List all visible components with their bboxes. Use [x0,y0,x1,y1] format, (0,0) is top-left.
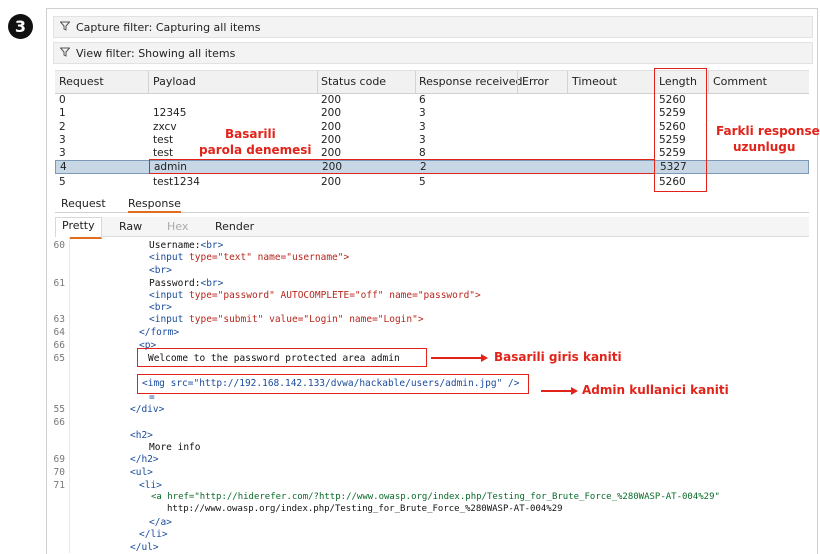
tab-request[interactable]: Request [61,197,106,210]
code-line: http://www.owasp.org/index.php/Testing_f… [167,504,563,514]
request-cell: 3 [59,147,66,159]
filter-icon [59,47,71,60]
code-line: <li> [139,480,162,491]
request-cell: 2 [59,121,66,133]
capture-filter-label: Capture filter: Capturing all items [76,20,261,34]
line-number: 71 [53,480,65,491]
column-header-response-received[interactable]: Response received [419,75,523,88]
line-number: 55 [53,404,65,415]
code-line: Username:<br> [149,240,224,251]
request-cell: 1 [59,107,66,119]
line-number: 70 [53,467,65,478]
line-number: 66 [53,340,65,351]
successful-attempt-highlight [149,159,655,174]
code-line: </h2> [130,454,159,465]
payload-cell: test [153,134,174,146]
received-cell: 5 [419,176,426,188]
request-cell: 5 [59,176,66,188]
line-number: 64 [53,327,65,338]
line-number: 61 [53,278,65,289]
request-cell: 3 [59,134,66,146]
annotation-basarili-giris: Basarili giris kaniti [494,350,622,364]
column-header-payload[interactable]: Payload [153,75,196,88]
column-header-timeout[interactable]: Timeout [572,75,617,88]
annotation-farkli-response: Farkli response [716,124,820,138]
line-number: 63 [53,314,65,325]
arrow-admin [541,390,571,392]
tab-response[interactable]: Response [128,197,181,213]
capture-filter-bar[interactable]: Capture filter: Capturing all items [53,16,813,38]
arrow-giris-head [481,354,488,362]
payload-cell: test1234 [153,176,200,188]
tab-raw[interactable]: Raw [119,220,142,233]
status-cell: 200 [321,107,342,119]
code-line: <input type="submit" value="Login" name=… [149,314,424,325]
annotation-admin-kullanici: Admin kullanici kaniti [582,383,729,397]
code-line: Password:<br> [149,278,224,289]
annotation-uzunlugu: uzunlugu [733,140,796,154]
code-line: </div> [130,404,165,415]
request-cell: 4 [60,161,67,173]
status-cell: 200 [321,176,342,188]
arrow-giris [431,357,481,359]
request-response-tabs: Request Response [55,195,809,213]
column-header-comment[interactable]: Comment [713,75,767,88]
line-number: 65 [53,353,65,364]
code-line: <br> [149,302,172,313]
length-column-highlight [654,68,707,192]
received-cell: 6 [419,94,426,106]
code-line: </a> [149,517,172,528]
step-number-badge: 3 [8,14,33,39]
code-line: <br> [149,265,172,276]
view-mode-tabs: Pretty Raw Hex Render [55,217,809,239]
received-cell: 3 [419,121,426,133]
payload-cell: zxcv [153,121,177,133]
code-line: </form> [139,327,180,338]
code-line: </li> [139,529,168,540]
filter-icon [59,21,71,34]
code-line: <input type="text" name="username"> [149,252,350,263]
tab-pretty[interactable]: Pretty [55,217,102,239]
status-cell: 200 [321,134,342,146]
tab-render[interactable]: Render [215,220,254,233]
arrow-admin-head [571,387,578,395]
view-filter-bar[interactable]: View filter: Showing all items [53,42,813,64]
payload-cell: 12345 [153,107,187,119]
line-number: 60 [53,240,65,251]
view-filter-label: View filter: Showing all items [76,46,236,60]
received-cell: 3 [419,107,426,119]
tab-hex[interactable]: Hex [167,220,188,233]
welcome-highlight [137,348,427,367]
code-line: <a href="http://hiderefer.com/?http://ww… [151,492,720,502]
code-line: More info [149,442,201,453]
column-header-status-code[interactable]: Status code [321,75,386,88]
code-line: </ul> [130,542,159,553]
annotation-basarili: Basarili [225,127,276,141]
line-number: 66 [53,417,65,428]
annotation-parola-denemesi: parola denemesi [199,143,312,157]
code-line: <h2> [130,430,153,441]
code-line: <input type="password" AUTOCOMPLETE="off… [149,290,481,301]
column-header-error[interactable]: Error [522,75,549,88]
status-cell: 200 [321,121,342,133]
column-header-request[interactable]: Request [59,75,104,88]
request-cell: 0 [59,94,66,106]
code-line: <ul> [130,467,153,478]
status-cell: 200 [321,94,342,106]
line-number: 69 [53,454,65,465]
img-highlight [137,374,529,394]
received-cell: 3 [419,134,426,146]
